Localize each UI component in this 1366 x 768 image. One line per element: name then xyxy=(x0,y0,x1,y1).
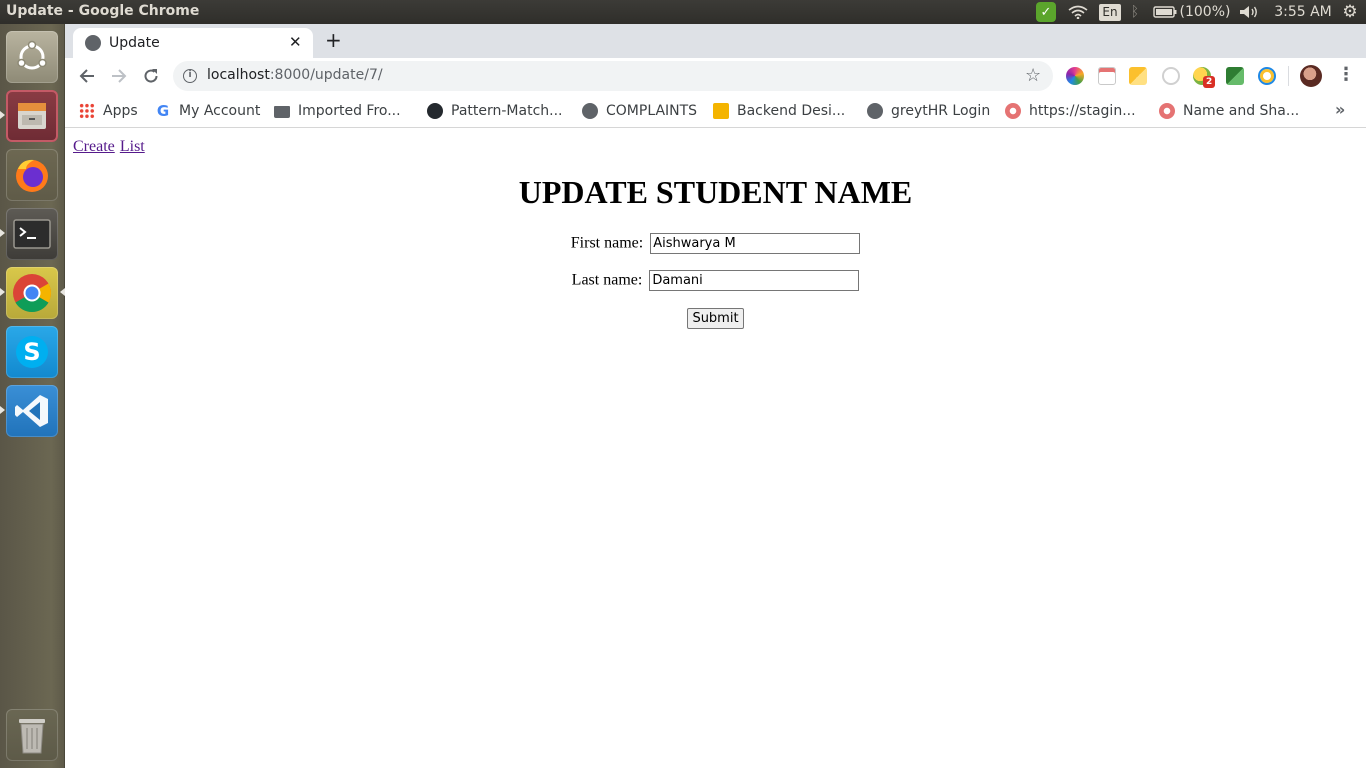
bookmark-greythr-login[interactable]: greytHR Login xyxy=(867,101,990,121)
chrome-running-indicator xyxy=(0,288,5,296)
timer-extension-icon[interactable] xyxy=(1162,67,1180,85)
bookmark-name-and-share[interactable]: Name and Sha... xyxy=(1159,101,1299,121)
create-link[interactable]: Create xyxy=(73,138,115,155)
chrome-menu-icon[interactable]: ⋮ xyxy=(1337,64,1355,85)
calendar-extension-icon[interactable] xyxy=(1098,67,1116,85)
github-icon xyxy=(427,103,443,119)
notes-extension-icon[interactable] xyxy=(1129,67,1147,85)
bookmark-pattern-match[interactable]: Pattern-Match... xyxy=(427,101,563,121)
last-name-label: Last name: xyxy=(571,271,643,289)
first-name-row: First name: xyxy=(65,233,1366,254)
tab-title: Update xyxy=(109,35,160,51)
terminal-running-indicator xyxy=(0,229,5,237)
sheets-extension-icon[interactable] xyxy=(1226,67,1244,85)
back-arrow-icon[interactable] xyxy=(75,64,99,88)
bluetooth-icon[interactable]: ᛒ xyxy=(1128,0,1142,24)
reload-icon[interactable] xyxy=(139,64,163,88)
files-running-indicator xyxy=(0,111,5,119)
page-nav: Create List xyxy=(73,136,145,156)
gear-flower-icon xyxy=(1159,103,1175,119)
bookmark-apps[interactable]: Apps xyxy=(79,101,138,121)
first-name-label: First name: xyxy=(570,234,644,252)
new-tab-plus-icon[interactable]: + xyxy=(325,29,342,51)
trash-icon[interactable] xyxy=(6,709,58,761)
bookmark-star-icon[interactable]: ☆ xyxy=(1025,65,1041,86)
tab-update[interactable]: Update ✕ xyxy=(73,28,313,58)
profile-avatar[interactable] xyxy=(1300,65,1322,87)
firefox-icon[interactable] xyxy=(6,149,58,201)
gear-flower-icon xyxy=(1005,103,1021,119)
url-text[interactable]: localhost:8000/update/7/ xyxy=(207,67,383,83)
site-info-icon[interactable]: i xyxy=(183,69,197,83)
window-title: Update - Google Chrome xyxy=(6,3,200,19)
ubuntu-dash-icon[interactable] xyxy=(6,31,58,83)
files-icon[interactable] xyxy=(6,90,58,142)
globe-icon xyxy=(582,103,598,119)
page-content: Create List UPDATE STUDENT NAME First na… xyxy=(65,128,1366,768)
first-name-input[interactable] xyxy=(650,233,861,254)
chrome-icon[interactable] xyxy=(6,267,58,319)
submit-button[interactable]: Submit xyxy=(687,308,744,329)
more-bookmarks-chevron-icon[interactable]: » xyxy=(1335,100,1345,119)
skype-icon[interactable]: S xyxy=(6,326,58,378)
globe-icon xyxy=(85,35,101,51)
battery-percentage: (100%) xyxy=(1179,4,1231,20)
svg-text:S: S xyxy=(23,338,40,366)
bookmark-backend-design[interactable]: Backend Desi... xyxy=(713,101,845,121)
terminal-icon[interactable] xyxy=(6,208,58,260)
address-bar[interactable]: i localhost:8000/update/7/ ☆ xyxy=(173,61,1053,91)
extension-badge-count: 2 xyxy=(1203,76,1216,88)
vscode-icon[interactable] xyxy=(6,385,58,437)
system-top-panel: Update - Google Chrome ✓ En ᛒ (100%) 3:5… xyxy=(0,0,1366,24)
update-check-icon[interactable]: ✓ xyxy=(1035,0,1057,24)
bookmarks-bar: Apps G My Account Imported Fro... Patter… xyxy=(65,94,1366,128)
bookmark-staging[interactable]: https://stagin... xyxy=(1005,101,1136,121)
last-name-input[interactable] xyxy=(649,270,860,291)
close-tab-icon[interactable]: ✕ xyxy=(289,33,302,51)
bookmark-my-account[interactable]: G My Account xyxy=(155,101,261,121)
battery-icon[interactable] xyxy=(1152,0,1178,24)
globe-icon xyxy=(867,103,883,119)
bookmark-complaints[interactable]: COMPLAINTS xyxy=(582,101,697,121)
last-name-row: Last name: xyxy=(65,270,1366,291)
list-link[interactable]: List xyxy=(120,138,145,155)
slides-icon xyxy=(713,103,729,119)
keyboard-language-indicator[interactable]: En xyxy=(1099,0,1121,24)
browser-toolbar: i localhost:8000/update/7/ ☆ 2 ⋮ xyxy=(65,58,1366,94)
folder-icon xyxy=(274,106,290,118)
vscode-running-indicator xyxy=(0,406,5,414)
color-picker-extension-icon[interactable] xyxy=(1066,67,1084,85)
volume-icon[interactable] xyxy=(1238,0,1260,24)
google-icon: G xyxy=(156,102,170,120)
clock[interactable]: 3:55 AM xyxy=(1274,0,1332,24)
apps-grid-icon xyxy=(79,103,95,119)
bookmark-imported-folder[interactable]: Imported Fro... xyxy=(274,101,401,121)
ubuntu-launcher: S xyxy=(0,24,65,768)
toolbar-divider xyxy=(1288,66,1289,86)
loop-extension-icon[interactable] xyxy=(1258,67,1276,85)
forward-arrow-icon[interactable] xyxy=(107,64,131,88)
page-heading: UPDATE STUDENT NAME xyxy=(518,174,913,210)
tab-strip: Update ✕ + xyxy=(65,24,1366,58)
settings-gear-icon[interactable]: ⚙ xyxy=(1340,0,1360,24)
wifi-icon[interactable] xyxy=(1066,0,1090,24)
